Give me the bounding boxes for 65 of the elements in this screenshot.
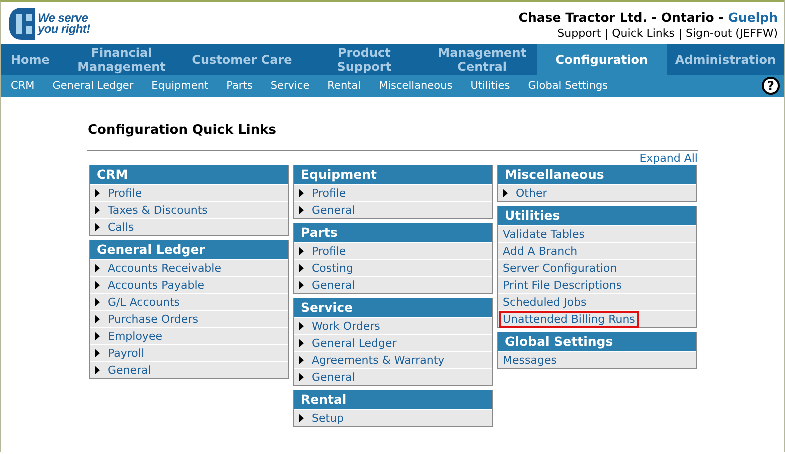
quick-link[interactable]: Add A Branch xyxy=(501,244,580,258)
quick-link[interactable]: Profile xyxy=(310,186,348,200)
logo-tagline: We serve xyxy=(38,13,88,24)
company-name: Chase Tractor Ltd. - Ontario - Guelph xyxy=(518,10,778,25)
sub-nav-link[interactable]: CRM xyxy=(11,80,35,92)
triangle-icon xyxy=(503,188,508,198)
quick-link[interactable]: General xyxy=(310,370,358,384)
logo-tagline: you right! xyxy=(38,24,90,35)
quick-link[interactable]: Taxes & Discounts xyxy=(106,204,210,216)
panel-header: General Ledger xyxy=(90,240,288,259)
header-link[interactable]: Quick Links xyxy=(612,27,675,40)
help-button[interactable]: ? xyxy=(762,77,780,95)
triangle-icon xyxy=(299,414,304,422)
sub-nav-link[interactable]: Rental xyxy=(328,80,362,92)
quick-link[interactable]: Unattended Billing Runs xyxy=(501,312,638,326)
header-link[interactable]: Sign-out (JEFFW) xyxy=(686,27,778,40)
quick-link[interactable]: Calls xyxy=(106,220,136,234)
panel-header: CRM xyxy=(90,165,288,184)
nav-tab[interactable]: Management Central xyxy=(428,44,537,75)
quick-link[interactable]: Server Configuration xyxy=(501,262,620,274)
quick-link[interactable]: Other xyxy=(514,186,550,200)
panel-header: Utilities xyxy=(498,206,696,225)
quick-link[interactable]: Validate Tables xyxy=(501,228,588,240)
expand-all-link[interactable]: Expand All xyxy=(640,152,698,165)
quick-link[interactable]: Payroll xyxy=(106,346,147,360)
page-title: Configuration Quick Links xyxy=(88,123,278,138)
nav-tab[interactable]: Financial Management xyxy=(60,44,184,75)
quick-link[interactable]: Messages xyxy=(501,354,559,366)
quick-link[interactable]: Accounts Receivable xyxy=(106,262,224,274)
nav-tab[interactable]: Customer Care xyxy=(184,44,301,75)
quick-link[interactable]: General xyxy=(106,364,154,376)
sub-nav-link[interactable]: Global Settings xyxy=(528,80,608,92)
nav-tab[interactable]: Home xyxy=(1,44,60,75)
panel-header: Global Settings xyxy=(498,332,696,351)
sub-nav-link[interactable]: Equipment xyxy=(152,80,209,92)
quick-link[interactable]: Profile xyxy=(310,244,348,258)
quick-link[interactable]: Agreements & Warranty xyxy=(310,354,447,366)
quick-link[interactable]: Accounts Payable xyxy=(106,278,207,292)
quick-link[interactable]: Scheduled Jobs xyxy=(501,296,589,308)
panel-header: Parts xyxy=(294,223,492,242)
panel-header: Miscellaneous xyxy=(498,165,696,184)
quick-link[interactable]: Work Orders xyxy=(310,320,382,332)
nav-tab[interactable]: Product Support xyxy=(300,44,428,75)
quick-link[interactable]: General xyxy=(310,278,358,292)
header-link[interactable]: Support xyxy=(558,27,602,40)
sub-nav-link[interactable]: Service xyxy=(270,80,310,92)
quick-link[interactable]: Print File Descriptions xyxy=(501,278,624,292)
quick-link[interactable]: General Ledger xyxy=(310,336,399,350)
nav-tab[interactable]: Configuration xyxy=(536,44,668,75)
sub-nav-link[interactable]: Miscellaneous xyxy=(379,80,453,92)
quick-link[interactable]: Employee xyxy=(106,330,164,342)
sub-nav-link[interactable]: General Ledger xyxy=(52,80,134,92)
nav-tab[interactable]: Administration xyxy=(667,44,784,75)
quick-link[interactable]: Profile xyxy=(106,186,144,200)
logo-icon xyxy=(8,7,36,41)
quick-link[interactable]: Setup xyxy=(310,412,346,424)
quick-link[interactable]: Purchase Orders xyxy=(106,312,200,326)
quick-link[interactable]: Costing xyxy=(310,262,356,274)
panel-header: Rental xyxy=(294,390,492,409)
quick-link[interactable]: General xyxy=(310,204,358,216)
panel-header: Equipment xyxy=(294,165,492,184)
sub-nav-link[interactable]: Parts xyxy=(226,80,253,92)
panel-header: Service xyxy=(294,298,492,317)
quick-link[interactable]: G/L Accounts xyxy=(106,296,182,308)
sub-nav-link[interactable]: Utilities xyxy=(470,80,510,92)
